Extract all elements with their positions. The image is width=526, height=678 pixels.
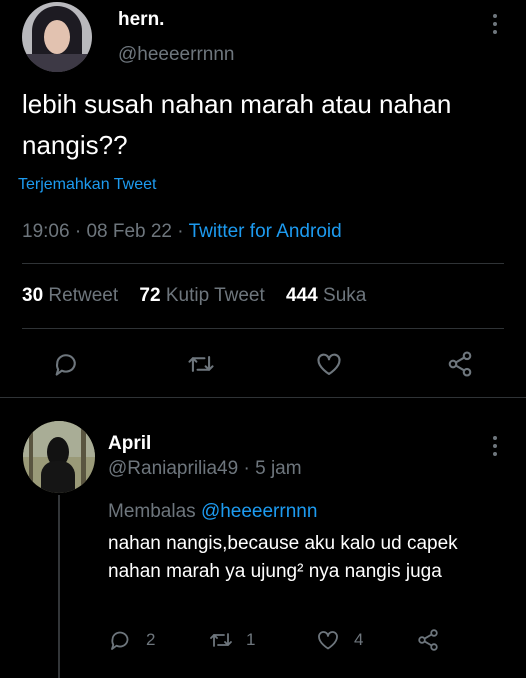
reply-icon[interactable]: [52, 350, 80, 378]
likes-label: Suka: [323, 285, 367, 306]
retweet-icon: [208, 628, 234, 652]
likes-count: 444: [286, 285, 318, 306]
share-icon[interactable]: [416, 628, 440, 652]
reply-action[interactable]: 2: [108, 627, 155, 653]
tweet-stats: 30 Retweet 72 Kutip Tweet 444 Suka: [22, 285, 366, 307]
reply-text: nahan nangis,because aku kalo ud capek n…: [108, 533, 458, 582]
like-icon: [316, 628, 340, 652]
thread-divider: [0, 397, 526, 398]
replying-label: Membalas: [108, 501, 196, 522]
likes-stat[interactable]: 444 Suka: [286, 285, 366, 306]
translate-link[interactable]: Terjemahkan Tweet: [18, 176, 156, 194]
like-count: 4: [354, 630, 364, 649]
retweet-action[interactable]: 1: [208, 627, 255, 653]
tweet-meta: 19:06 · 08 Feb 22 · Twitter for Android: [22, 221, 342, 243]
quotes-stat[interactable]: 72 Kutip Tweet: [139, 285, 270, 306]
reply-meta: @Raniaprilia49 · 5 jam: [108, 458, 302, 480]
retweets-count: 30: [22, 285, 44, 306]
reply-age[interactable]: 5 jam: [255, 458, 301, 479]
reply-icon: [108, 628, 132, 652]
tweet-text: lebih susah nahan marah atau nahan nangi…: [22, 89, 452, 160]
handle[interactable]: @heeeerrnnn: [118, 44, 234, 66]
reply-handle[interactable]: @Raniaprilia49: [108, 458, 238, 479]
like-action[interactable]: 4: [316, 627, 363, 653]
retweets-stat[interactable]: 30 Retweet: [22, 285, 123, 306]
reply-count: 2: [146, 630, 156, 649]
retweet-icon[interactable]: [186, 350, 216, 378]
divider: [22, 328, 504, 329]
tweet-date: 08 Feb 22: [86, 221, 173, 242]
retweets-label: Retweet: [48, 285, 119, 306]
retweet-count: 1: [246, 630, 256, 649]
meta-dot: ·: [243, 458, 250, 479]
like-icon[interactable]: [315, 350, 343, 378]
tweet-time: 19:06: [22, 221, 70, 242]
meta-dot: ·: [74, 221, 82, 242]
quotes-label: Kutip Tweet: [165, 285, 265, 306]
thread-line: [58, 495, 60, 678]
share-icon[interactable]: [446, 350, 474, 378]
divider: [22, 263, 504, 264]
reply-display-name[interactable]: April: [108, 433, 151, 455]
display-name[interactable]: hern.: [118, 9, 164, 31]
tweet-client[interactable]: Twitter for Android: [189, 221, 342, 242]
more-icon[interactable]: [489, 12, 501, 36]
replying-handle[interactable]: @heeeerrnnn: [201, 501, 317, 522]
more-icon[interactable]: [489, 434, 501, 458]
quotes-count: 72: [139, 285, 161, 306]
avatar[interactable]: [23, 421, 95, 493]
avatar[interactable]: [22, 2, 92, 72]
replying-to: Membalas @heeeerrnnn: [108, 501, 317, 523]
meta-dot: ·: [177, 221, 184, 242]
